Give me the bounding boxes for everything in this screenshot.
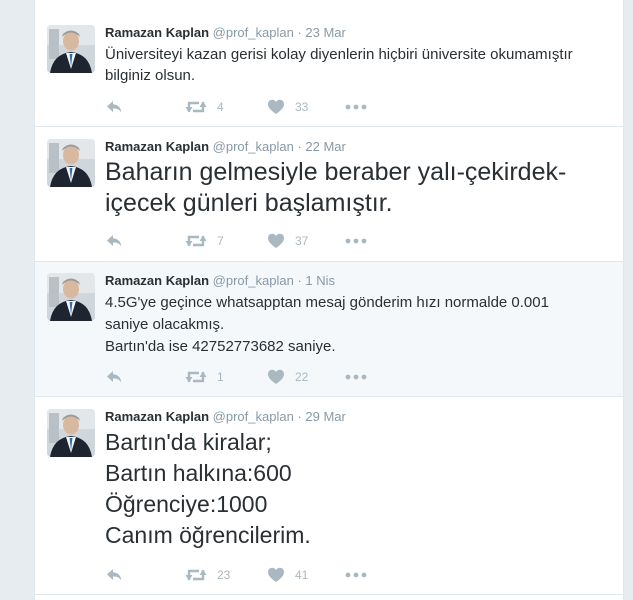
separator-dot: · (297, 25, 302, 40)
tweet-text: Bartın'da kiralar; Bartın halkına:600 Öğ… (105, 427, 605, 551)
timestamp[interactable]: 22 Mar (305, 139, 345, 154)
user-handle[interactable]: @prof_kaplan (213, 25, 294, 40)
tweet-card[interactable]: Ramazan Kaplan @prof_kaplan · 23 Mar Üni… (35, 14, 623, 127)
retweet-count: 1 (217, 370, 224, 384)
timeline: Ramazan Kaplan @prof_kaplan · 23 Mar Üni… (34, 0, 624, 600)
tweet-text-line: Üniversiteyi kazan gerisi kolay diyenler… (105, 46, 573, 63)
tweet-text-line: Öğrenciye:1000 (105, 491, 268, 517)
tweet-text: 4.5G'ye geçince whatsapptan mesaj gönder… (105, 292, 605, 358)
tweet-actions: 23 41 (105, 566, 405, 584)
like-count: 41 (295, 568, 309, 582)
tweet-text-line: Canım öğrencilerim. (105, 522, 311, 548)
reply-icon (105, 232, 123, 250)
like-button[interactable]: 41 (267, 566, 308, 584)
reply-icon (105, 98, 123, 116)
avatar[interactable] (47, 409, 95, 457)
tweet-header: Ramazan Kaplan @prof_kaplan · 29 Mar (105, 409, 346, 425)
tweet-header: Ramazan Kaplan @prof_kaplan · 1 Nis (105, 273, 335, 289)
reply-button[interactable] (105, 232, 123, 250)
retweet-button[interactable]: 7 (185, 232, 224, 250)
avatar[interactable] (47, 273, 95, 321)
more-button[interactable] (345, 566, 367, 584)
tweet-text-line: Baharın gelmesiyle beraber yalı-çekirdek… (105, 158, 567, 186)
heart-icon (267, 368, 285, 386)
user-handle[interactable]: @prof_kaplan (213, 273, 294, 288)
retweet-button[interactable]: 1 (185, 368, 224, 386)
heart-icon (267, 566, 285, 584)
tweet-actions: 7 37 (105, 232, 405, 250)
tweet-text-line: Bartın halkına:600 (105, 460, 292, 486)
avatar[interactable] (47, 139, 95, 187)
retweet-icon (185, 368, 207, 386)
more-button[interactable] (345, 98, 367, 116)
timestamp[interactable]: 23 Mar (305, 25, 345, 40)
retweet-icon (185, 98, 207, 116)
more-icon (345, 368, 367, 386)
retweet-count: 4 (217, 100, 224, 114)
reply-button[interactable] (105, 566, 123, 584)
retweet-icon (185, 232, 207, 250)
user-name[interactable]: Ramazan Kaplan (105, 25, 209, 40)
more-icon (345, 232, 367, 250)
tweet-text-line: bilginiz olsun. (105, 67, 196, 84)
tweet-text-line: Bartın'da ise 42752773682 saniye. (105, 338, 336, 355)
tweet-actions: 4 33 (105, 98, 405, 116)
reply-icon (105, 566, 123, 584)
separator-dot: · (297, 139, 302, 154)
like-count: 37 (295, 234, 309, 248)
tweet-header: Ramazan Kaplan @prof_kaplan · 22 Mar (105, 139, 346, 155)
tweet-card[interactable]: Ramazan Kaplan @prof_kaplan · 22 Mar Bah… (35, 127, 623, 262)
tweet-text-line: saniye olacakmış. (105, 316, 225, 333)
tweet-actions: 1 22 (105, 368, 405, 386)
user-handle[interactable]: @prof_kaplan (213, 139, 294, 154)
tweet-text-line: Bartın'da kiralar; (105, 429, 272, 455)
heart-icon (267, 232, 285, 250)
user-name[interactable]: Ramazan Kaplan (105, 139, 209, 154)
heart-icon (267, 98, 285, 116)
more-icon (345, 98, 367, 116)
avatar[interactable] (47, 25, 95, 73)
retweet-icon (185, 566, 207, 584)
reply-icon (105, 368, 123, 386)
tweet-text-line: 4.5G'ye geçince whatsapptan mesaj gönder… (105, 294, 549, 311)
retweet-count: 23 (217, 568, 231, 582)
user-name[interactable]: Ramazan Kaplan (105, 273, 209, 288)
tweet-header: Ramazan Kaplan @prof_kaplan · 23 Mar (105, 25, 346, 41)
tweet-card[interactable]: Ramazan Kaplan @prof_kaplan · 29 Mar Bar… (35, 397, 623, 595)
timestamp[interactable]: 29 Mar (305, 409, 345, 424)
separator-dot: · (297, 273, 302, 288)
retweet-button[interactable]: 23 (185, 566, 230, 584)
tweet-card[interactable]: Ramazan Kaplan @prof_kaplan · 1 Nis 4.5G… (35, 262, 623, 397)
more-button[interactable] (345, 232, 367, 250)
user-name[interactable]: Ramazan Kaplan (105, 409, 209, 424)
reply-button[interactable] (105, 98, 123, 116)
like-count: 33 (295, 100, 309, 114)
more-button[interactable] (345, 368, 367, 386)
retweet-count: 7 (217, 234, 224, 248)
timestamp[interactable]: 1 Nis (305, 273, 335, 288)
like-button[interactable]: 33 (267, 98, 308, 116)
more-icon (345, 566, 367, 584)
retweet-button[interactable]: 4 (185, 98, 224, 116)
reply-button[interactable] (105, 368, 123, 386)
tweet-text: Üniversiteyi kazan gerisi kolay diyenler… (105, 44, 605, 86)
like-count: 22 (295, 370, 309, 384)
tweet-text-line: içecek günleri başlamıştır. (105, 189, 393, 217)
like-button[interactable]: 22 (267, 368, 308, 386)
separator-dot: · (297, 409, 302, 424)
like-button[interactable]: 37 (267, 232, 308, 250)
user-handle[interactable]: @prof_kaplan (213, 409, 294, 424)
tweet-text: Baharın gelmesiyle beraber yalı-çekirdek… (105, 157, 605, 219)
